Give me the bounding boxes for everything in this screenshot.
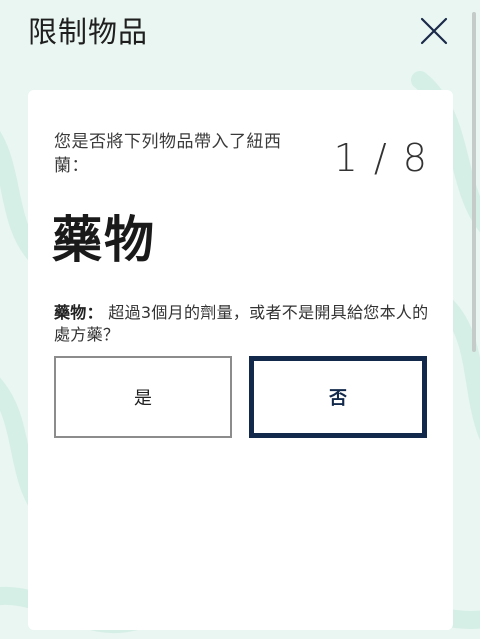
description-label: 藥物： <box>54 303 103 322</box>
item-description: 藥物： 超過3個月的劑量，或者不是開具給您本人的處方藥？ <box>54 302 432 346</box>
no-button[interactable]: 否 <box>249 356 427 438</box>
header-bar: 限制物品 <box>0 0 480 64</box>
item-heading: 藥物 <box>52 211 156 269</box>
description-text: 超過3個月的劑量，或者不是開具給您本人的處方藥？ <box>54 303 429 344</box>
page-scrollbar[interactable] <box>472 12 476 352</box>
progress-counter: 1 / 8 <box>333 136 427 180</box>
close-icon <box>420 17 448 45</box>
question-card: 您是否將下列物品帶入了紐西蘭： 1 / 8 藥物 藥物： 超過3個月的劑量，或者… <box>28 90 453 630</box>
question-text: 您是否將下列物品帶入了紐西蘭： <box>54 132 282 176</box>
page-title: 限制物品 <box>28 15 149 49</box>
yes-button[interactable]: 是 <box>54 356 232 438</box>
close-button[interactable] <box>418 15 450 47</box>
